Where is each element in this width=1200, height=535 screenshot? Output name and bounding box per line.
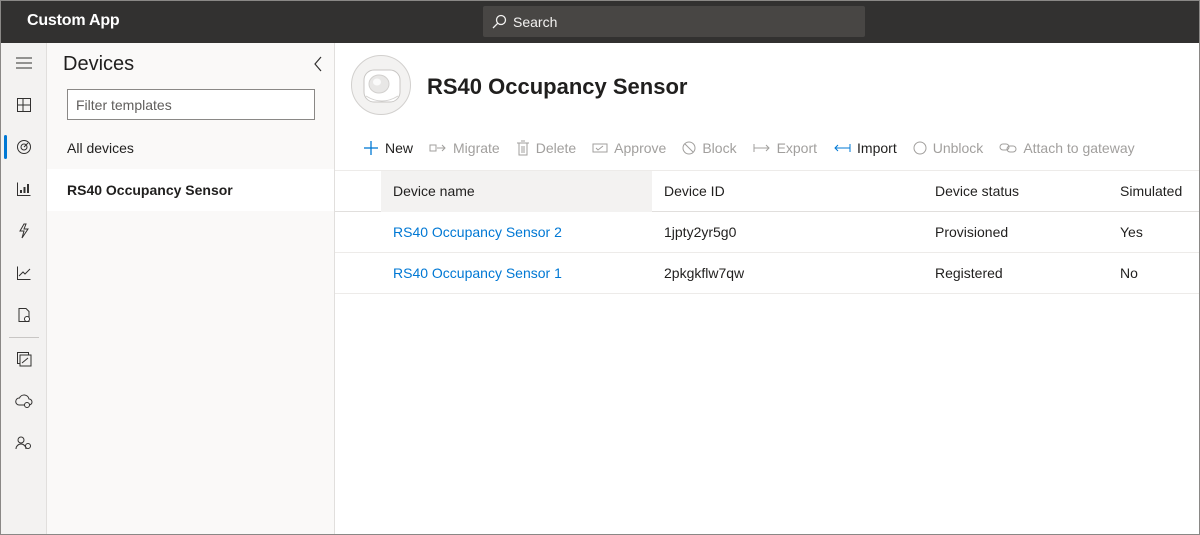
nav-item-label: RS40 Occupancy Sensor bbox=[67, 182, 233, 198]
table-header: Device name Device ID Device status Simu… bbox=[335, 170, 1199, 212]
devices-panel: Devices All devices RS40 Occupancy Senso… bbox=[47, 43, 335, 534]
block-button[interactable]: Block bbox=[682, 140, 737, 156]
rail-item-menu[interactable] bbox=[1, 47, 47, 79]
rail-item-administration[interactable] bbox=[1, 427, 47, 459]
simulated-cell: Yes bbox=[1120, 224, 1143, 240]
devices-table: Device name Device ID Device status Simu… bbox=[335, 170, 1199, 294]
panel-title: Devices bbox=[63, 53, 135, 75]
analytics-icon bbox=[17, 266, 31, 280]
column-header-device-status[interactable]: Device status bbox=[935, 171, 1019, 211]
app-title[interactable]: Custom App bbox=[27, 12, 120, 30]
rail-item-device-groups[interactable] bbox=[1, 173, 47, 205]
link-icon bbox=[999, 143, 1017, 153]
rail-item-analytics[interactable] bbox=[1, 257, 47, 289]
rail-item-device-templates[interactable] bbox=[1, 343, 47, 375]
data-export-icon bbox=[15, 394, 33, 408]
rail-item-devices[interactable] bbox=[1, 131, 47, 163]
device-status-cell: Provisioned bbox=[935, 224, 1009, 240]
block-icon bbox=[682, 141, 696, 155]
rail-item-rules[interactable] bbox=[1, 215, 47, 247]
search-box[interactable]: Search bbox=[483, 6, 865, 37]
rail-item-data-export[interactable] bbox=[1, 385, 47, 417]
new-label: New bbox=[385, 140, 414, 156]
export-label: Export bbox=[776, 140, 818, 156]
command-bar: New Migrate Delete Approve Block Export … bbox=[363, 136, 1151, 160]
trash-icon bbox=[516, 140, 529, 156]
unblock-label: Unblock bbox=[932, 140, 984, 156]
top-bar: Custom App Search bbox=[0, 0, 1200, 43]
import-label: Import bbox=[857, 140, 897, 156]
new-button[interactable]: New bbox=[363, 140, 413, 156]
main-content: RS40 Occupancy Sensor New Migrate Delete… bbox=[335, 43, 1199, 534]
migrate-button[interactable]: Migrate bbox=[429, 140, 500, 156]
export-button[interactable]: Export bbox=[753, 140, 817, 156]
device-name-link[interactable]: RS40 Occupancy Sensor 1 bbox=[393, 253, 562, 293]
import-icon bbox=[834, 144, 851, 152]
rail-separator bbox=[9, 337, 39, 338]
import-button[interactable]: Import bbox=[833, 140, 897, 156]
chevron-left-icon bbox=[314, 56, 322, 72]
device-template-image bbox=[351, 55, 411, 115]
devices-icon bbox=[17, 140, 31, 154]
device-templates-icon bbox=[17, 352, 32, 367]
sensor-image-icon bbox=[363, 69, 401, 103]
rules-icon bbox=[19, 223, 29, 239]
rail-item-dashboard[interactable] bbox=[1, 89, 47, 121]
nav-item-label: All devices bbox=[67, 140, 134, 156]
app-frame: Devices All devices RS40 Occupancy Senso… bbox=[0, 43, 1200, 535]
attach-to-gateway-button[interactable]: Attach to gateway bbox=[999, 140, 1135, 156]
column-header-simulated[interactable]: Simulated bbox=[1120, 171, 1182, 211]
nav-item-rs40-occupancy-sensor[interactable]: RS40 Occupancy Sensor bbox=[47, 169, 334, 211]
collapse-panel-button[interactable] bbox=[310, 55, 326, 73]
column-header-device-id[interactable]: Device ID bbox=[664, 171, 725, 211]
block-label: Block bbox=[702, 140, 737, 156]
column-header-device-name[interactable]: Device name bbox=[393, 171, 475, 211]
delete-label: Delete bbox=[535, 140, 577, 156]
nav-item-all-devices[interactable]: All devices bbox=[47, 127, 334, 169]
filter-templates-input[interactable] bbox=[67, 89, 315, 120]
unblock-icon bbox=[913, 141, 927, 155]
table-row[interactable]: RS40 Occupancy Sensor 2 1jpty2yr5g0 Prov… bbox=[335, 212, 1199, 253]
migrate-label: Migrate bbox=[453, 140, 500, 156]
device-id-cell: 2pkgkflw7qw bbox=[664, 265, 745, 281]
rail-item-jobs[interactable] bbox=[1, 299, 47, 331]
administration-icon bbox=[15, 436, 31, 450]
dashboard-icon bbox=[17, 98, 31, 112]
export-icon bbox=[753, 144, 770, 152]
attach-to-gateway-label: Attach to gateway bbox=[1023, 140, 1135, 156]
simulated-cell: No bbox=[1120, 265, 1138, 281]
device-groups-icon bbox=[17, 182, 31, 196]
search-label: Search bbox=[513, 13, 558, 30]
left-rail bbox=[1, 43, 47, 534]
device-id-cell: 1jpty2yr5g0 bbox=[664, 224, 737, 240]
hamburger-icon bbox=[16, 57, 32, 69]
search-icon bbox=[492, 14, 507, 28]
approve-icon bbox=[592, 143, 608, 153]
jobs-icon bbox=[18, 308, 30, 322]
table-row[interactable]: RS40 Occupancy Sensor 1 2pkgkflw7qw Regi… bbox=[335, 253, 1199, 294]
device-name-link[interactable]: RS40 Occupancy Sensor 2 bbox=[393, 212, 562, 252]
delete-button[interactable]: Delete bbox=[516, 140, 576, 156]
device-status-cell: Registered bbox=[935, 265, 1003, 281]
page-title: RS40 Occupancy Sensor bbox=[427, 74, 688, 99]
plus-icon bbox=[364, 141, 378, 155]
migrate-icon bbox=[429, 144, 446, 152]
approve-button[interactable]: Approve bbox=[592, 140, 666, 156]
unblock-button[interactable]: Unblock bbox=[913, 140, 984, 156]
approve-label: Approve bbox=[614, 140, 667, 156]
